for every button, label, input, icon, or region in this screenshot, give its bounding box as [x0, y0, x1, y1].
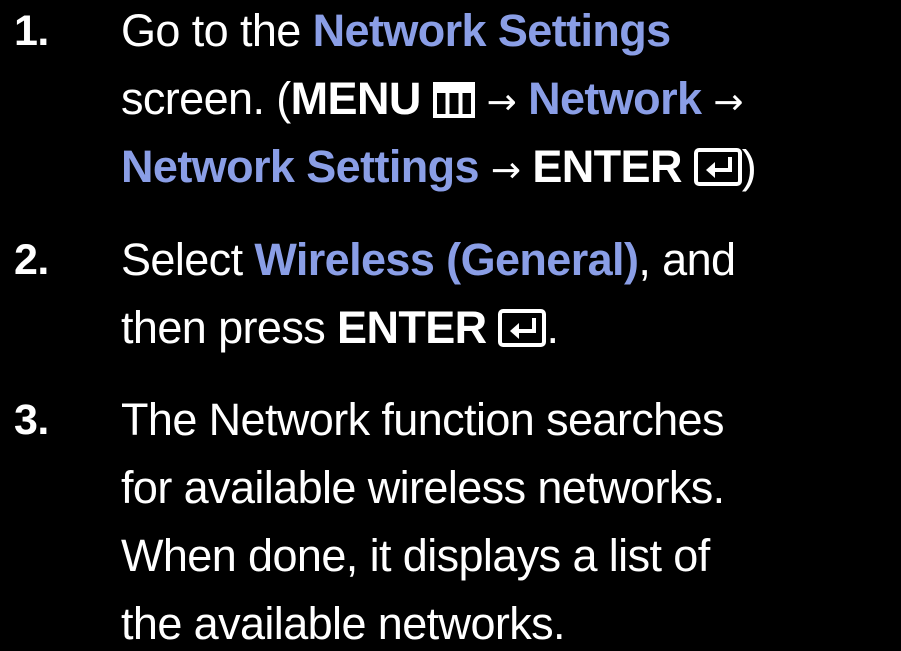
- menu-icon: [432, 69, 475, 137]
- menu-path-network: Network: [528, 73, 702, 124]
- step-line: Go to the Network Settings: [121, 0, 901, 65]
- menu-key-label: MENU: [290, 73, 422, 124]
- instruction-steps: 1. Go to the Network Settings screen. (M…: [0, 0, 901, 651]
- menu-path-network-settings: Network Settings: [121, 141, 480, 192]
- step-line: When done, it displays a list of: [121, 530, 710, 581]
- step-line: the available networks.: [121, 598, 566, 649]
- step-line: The Network function searches: [121, 394, 724, 445]
- step-line: screen. (MENU → Network →: [121, 65, 901, 133]
- step-text: Go to the Network Settings screen. (MENU…: [121, 0, 901, 201]
- menu-path-network-settings: Network Settings: [312, 5, 672, 56]
- step-number: 1.: [14, 7, 49, 55]
- option-wireless-general: Wireless (General): [254, 234, 639, 285]
- text-segment: , and: [638, 234, 736, 285]
- text-segment: ): [741, 141, 757, 192]
- arrow-icon: →: [713, 82, 743, 123]
- step-number: 2.: [14, 236, 49, 284]
- step-line: Network Settings → ENTER ): [121, 133, 901, 201]
- text-segment: screen. (: [121, 73, 291, 124]
- enter-key-label: ENTER: [532, 141, 682, 192]
- enter-key-label: ENTER: [337, 302, 487, 353]
- arrow-icon: →: [486, 82, 517, 123]
- step-number: 3.: [14, 396, 49, 444]
- text-segment: Select: [121, 234, 255, 285]
- enter-icon: [498, 298, 547, 366]
- text-segment: then press: [121, 302, 338, 353]
- step-text: Select Wireless (General), and then pres…: [121, 226, 901, 362]
- text-segment: .: [546, 302, 559, 353]
- text-segment: Go to the: [121, 5, 313, 56]
- arrow-icon: →: [490, 150, 521, 191]
- step-line: for available wireless networks.: [121, 462, 725, 513]
- step-line: then press ENTER .: [121, 294, 901, 362]
- step-text: The Network function searches for availa…: [121, 386, 901, 651]
- step-line: Select Wireless (General), and: [121, 226, 901, 294]
- enter-icon: [693, 137, 742, 205]
